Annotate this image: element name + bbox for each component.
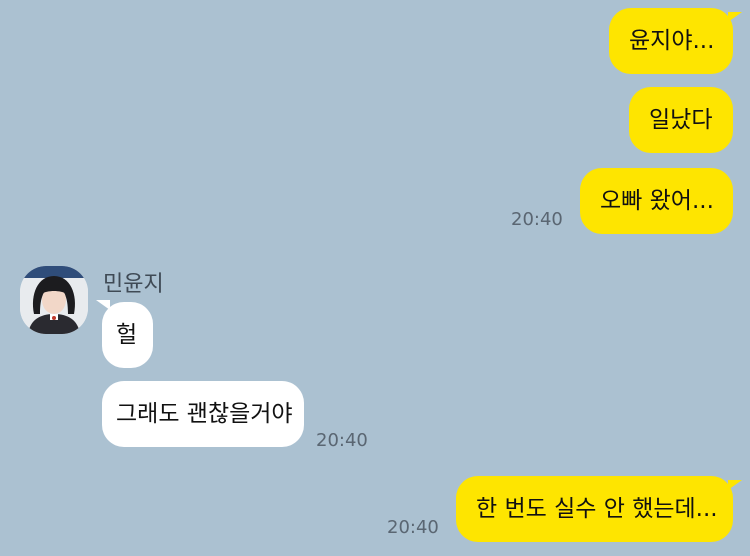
message-text: 오빠 왔어... <box>600 187 714 214</box>
incoming-message-bubble[interactable]: 그래도 괜찮을거야 <box>102 381 304 447</box>
message-text: 헐 <box>116 321 138 348</box>
bubble-tail <box>728 480 742 490</box>
outgoing-message-bubble[interactable]: 오빠 왔어... <box>580 168 733 234</box>
incoming-message-bubble[interactable]: 헐 <box>102 302 153 368</box>
avatar[interactable] <box>20 266 88 334</box>
message-text: 그래도 괜찮을거야 <box>116 400 293 427</box>
outgoing-message-bubble[interactable]: 윤지야... <box>609 8 733 74</box>
message-timestamp: 20:40 <box>511 209 563 230</box>
message-text: 일났다 <box>649 106 713 133</box>
outgoing-message-bubble[interactable]: 한 번도 실수 안 했는데... <box>456 476 733 542</box>
chat-area: 윤지야... 일났다 오빠 왔어... 20:40 민윤지 헐 그래도 괜찮을거… <box>0 0 750 556</box>
sender-name: 민윤지 <box>103 272 164 297</box>
message-text: 윤지야... <box>629 27 715 54</box>
profile-photo-icon <box>20 266 88 334</box>
bubble-tail <box>728 12 742 22</box>
message-timestamp: 20:40 <box>387 517 439 538</box>
message-timestamp: 20:40 <box>316 430 368 451</box>
message-text: 한 번도 실수 안 했는데... <box>476 495 718 522</box>
outgoing-message-bubble[interactable]: 일났다 <box>629 87 733 153</box>
